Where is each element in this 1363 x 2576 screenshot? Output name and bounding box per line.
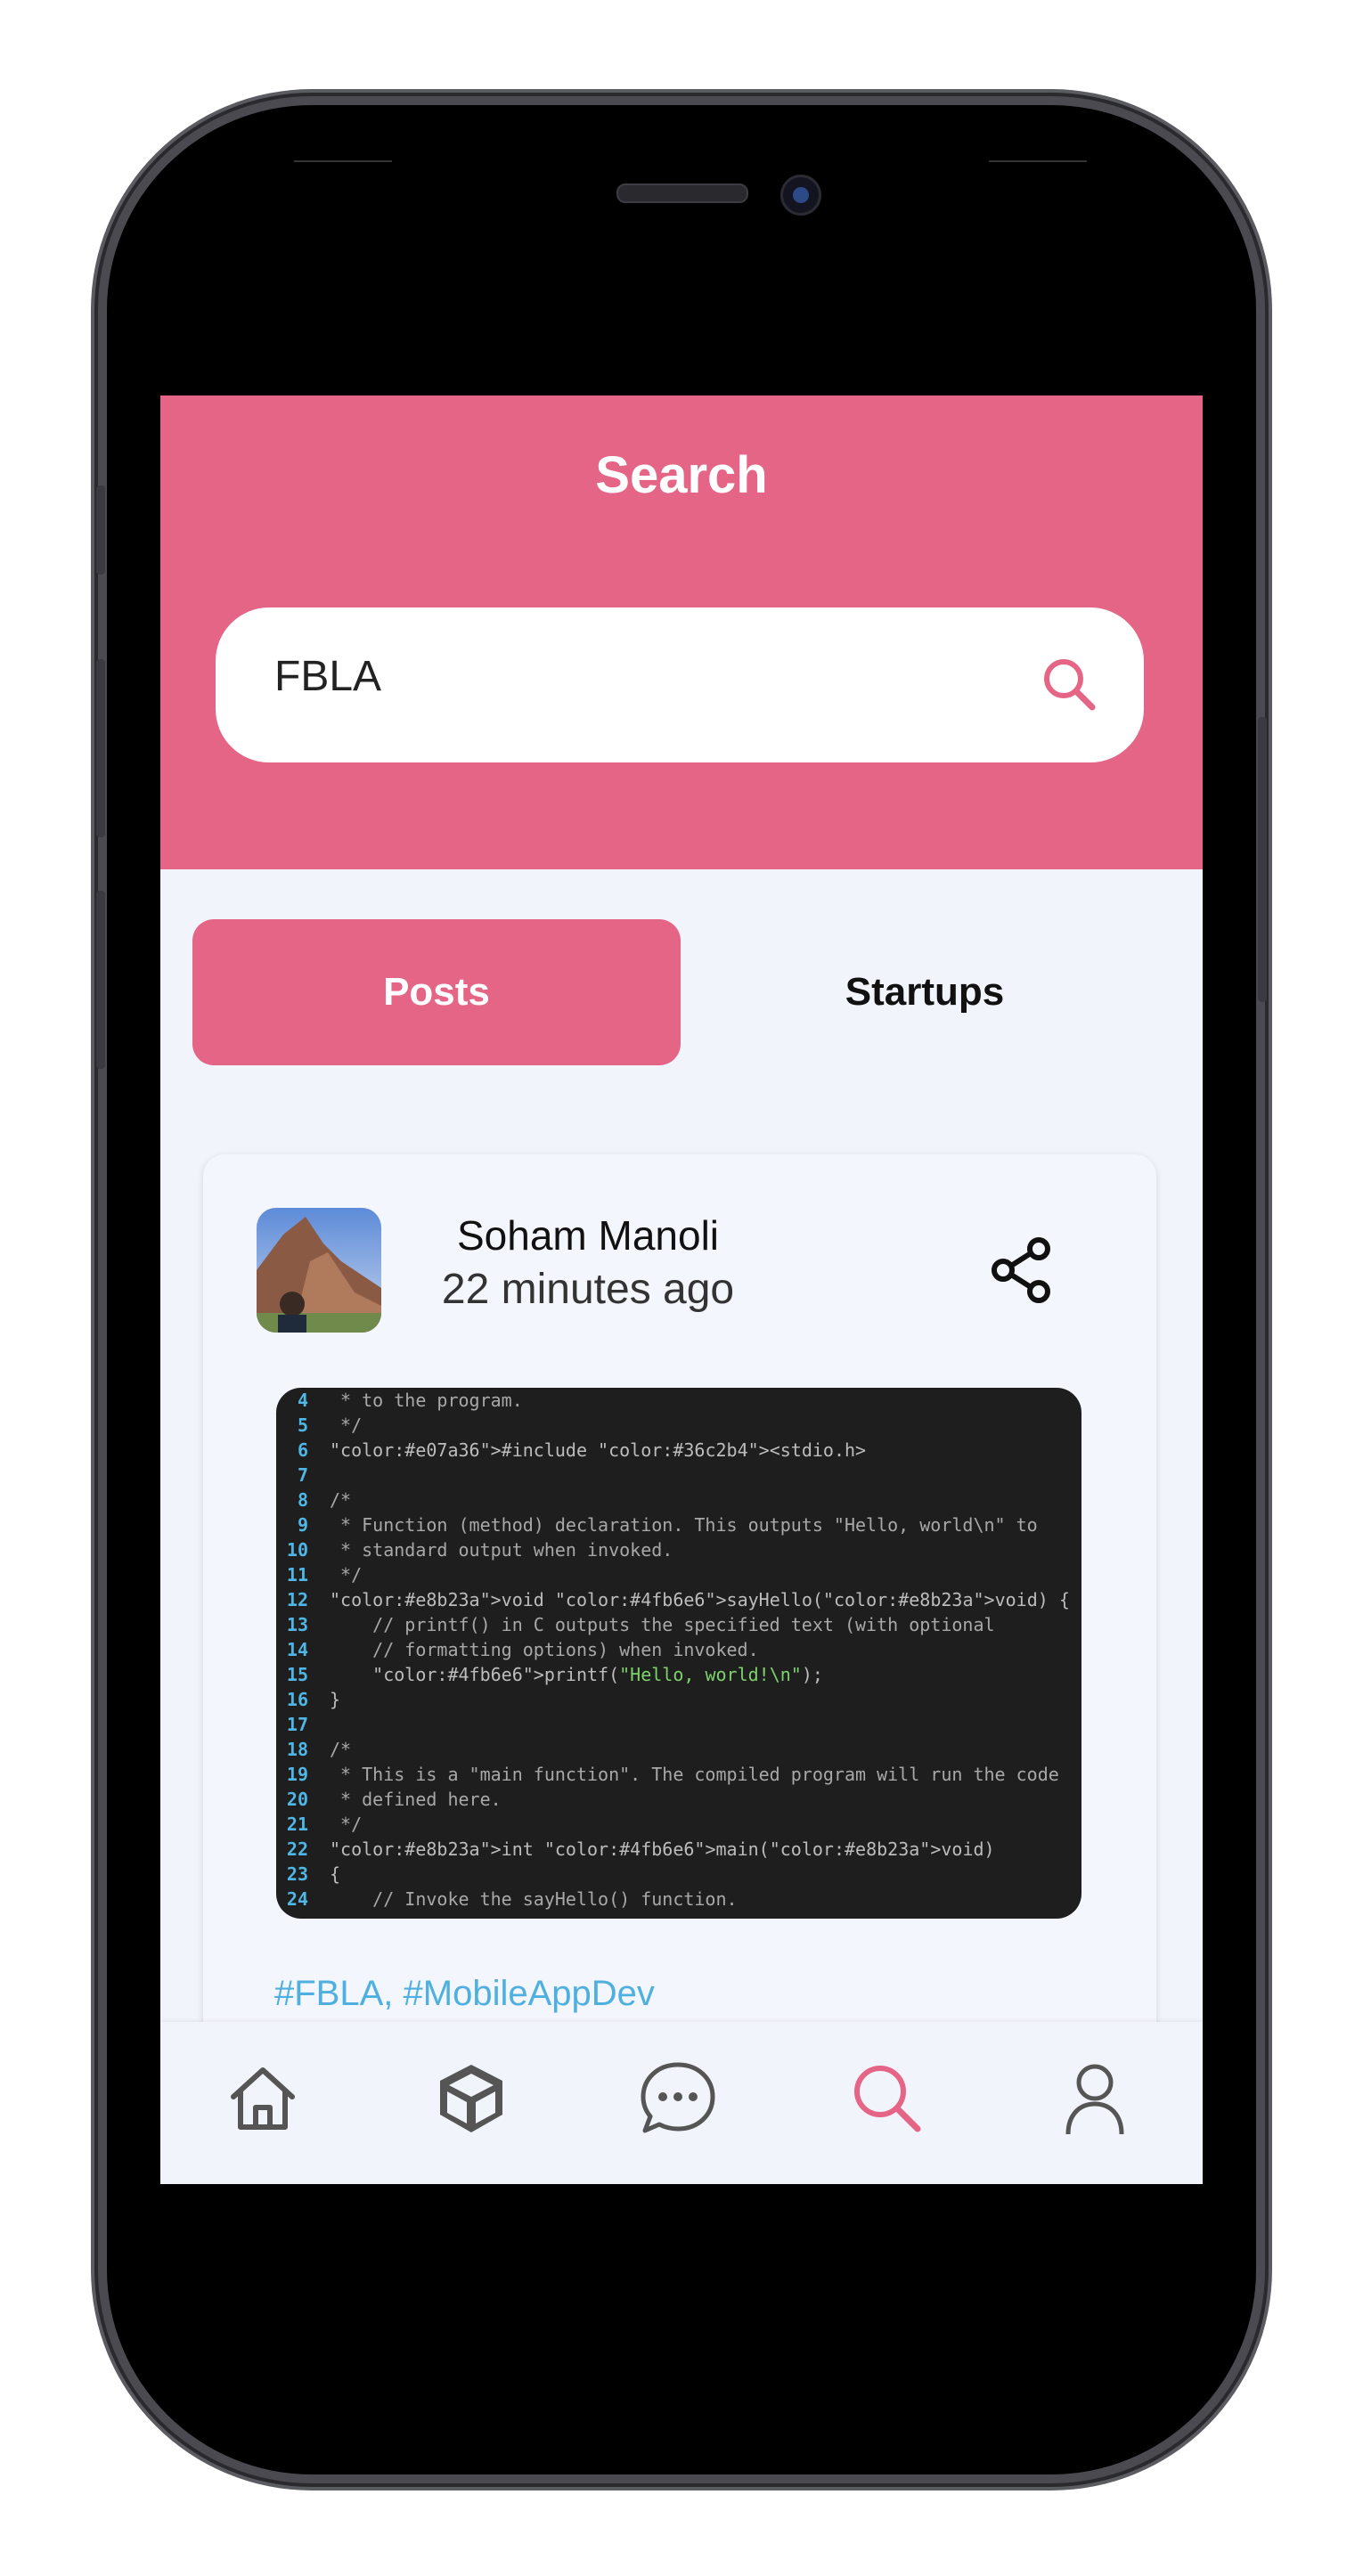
code-line: 10 * standard output when invoked. [276,1539,673,1564]
search-input-value[interactable]: FBLA [274,652,381,701]
code-line: 15 "color:#4fb6e6">printf("Hello, world!… [276,1664,823,1689]
code-line-text: * defined here. [330,1789,502,1810]
search-icon[interactable] [846,2058,926,2138]
code-line-number: 13 [286,1614,308,1635]
code-line-text: * This is a "main function". The compile… [330,1764,1059,1785]
code-line-text: // printf() in C outputs the specified t… [330,1614,995,1635]
code-line-number: 5 [297,1414,308,1436]
code-line: 7 [276,1464,330,1489]
code-line: 5 */ [276,1414,362,1439]
code-line-text: * standard output when invoked. [330,1539,673,1561]
code-line-text: /* [330,1739,352,1760]
app-screen: Search FBLA Posts Startups Soham Manoli … [160,395,1203,2184]
code-line: 6 "color:#e07a36">#include "color:#36c2b4… [276,1439,866,1464]
code-line-number: 9 [297,1514,308,1536]
page-title: Search [595,446,768,504]
front-camera [780,175,821,216]
tab-startups[interactable]: Startups [681,919,1169,1065]
code-line-text: * Function (method) declaration. This ou… [330,1514,1038,1536]
search-icon[interactable] [1037,652,1105,720]
code-line-number: 17 [286,1714,308,1735]
code-line-text: */ [330,1564,363,1586]
cube-icon[interactable] [431,2058,511,2138]
code-line-text: "color:#e8b23a">int "color:#4fb6e6">main… [330,1838,995,1860]
code-line: 18 /* [276,1739,351,1764]
earpiece-speaker [616,183,748,203]
share-icon[interactable] [987,1235,1058,1306]
code-line-number: 15 [286,1664,308,1685]
code-line: 22 "color:#e8b23a">int "color:#4fb6e6">ma… [276,1838,995,1863]
avatar[interactable] [257,1208,381,1333]
post-hashtags[interactable]: #FBLA, #MobileAppDev [274,1974,655,2014]
code-line: 11 */ [276,1564,362,1589]
code-line-text: */ [330,1414,363,1436]
code-line-number: 24 [286,1888,308,1910]
home-icon[interactable] [223,2058,303,2138]
tab-posts[interactable]: Posts [192,919,681,1065]
code-line-number: 7 [297,1464,308,1486]
code-line: 20 * defined here. [276,1789,502,1814]
result-tabs: Posts Startups [192,919,1172,1065]
code-line: 24 // Invoke the sayHello() function. [276,1888,738,1913]
code-line-number: 12 [286,1589,308,1610]
code-line: 8 /* [276,1489,351,1514]
code-line-number: 11 [286,1564,308,1586]
code-line-text: // Invoke the sayHello() function. [330,1888,738,1910]
volume-up-button [96,659,105,837]
code-line-number: 21 [286,1814,308,1835]
antenna-line [989,160,1087,162]
avatar-photo [257,1208,381,1333]
code-line: 12 "color:#e8b23a">void "color:#4fb6e6">s… [276,1589,1070,1614]
code-line: 9 * Function (method) declaration. This … [276,1514,1038,1539]
code-line-number: 20 [286,1789,308,1810]
code-line: 21 */ [276,1814,362,1838]
code-line-text: */ [330,1814,363,1835]
code-line: 16} [276,1689,340,1714]
code-line-number: 10 [286,1539,308,1561]
search-input[interactable]: FBLA [216,607,1144,762]
code-line-text: "color:#4fb6e6">printf("Hello, world!\n"… [372,1664,823,1685]
code-line-text: * to the program. [330,1390,523,1411]
code-line: 4 * to the program. [276,1390,523,1414]
chat-icon[interactable] [638,2058,718,2138]
post-image[interactable]: 4 * to the program. 5 */6 "color:#e07a36">… [276,1388,1081,1919]
code-line-text: "color:#e8b23a">void "color:#4fb6e6">say… [330,1589,1070,1610]
volume-down-button [96,891,105,1069]
code-line-number: 16 [286,1689,308,1710]
code-line-number: 4 [297,1390,308,1411]
power-button [1258,717,1267,1002]
code-line-text: } [330,1689,341,1710]
search-header: Search FBLA [160,395,1203,869]
code-line-number: 14 [286,1639,308,1660]
code-line-number: 18 [286,1739,308,1760]
code-line: 13 // printf() in C outputs the specifie… [276,1614,995,1639]
code-line-number: 22 [286,1838,308,1860]
code-line-number: 23 [286,1863,308,1885]
code-line: 23 { [276,1863,340,1888]
mute-switch [96,485,105,575]
profile-icon[interactable] [1055,2058,1135,2138]
code-line-number: 8 [297,1489,308,1511]
code-line: 17 [276,1714,330,1739]
code-line-text: /* [330,1489,352,1511]
code-line-text: // formatting options) when invoked. [330,1639,759,1660]
antenna-line [294,160,392,162]
code-line-number: 19 [286,1764,308,1785]
code-line: 19 * This is a "main function". The comp… [276,1764,1059,1789]
code-line-text: "color:#e07a36">#include "color:#36c2b4"… [330,1439,867,1461]
author-name[interactable]: Soham Manoli [410,1211,766,1259]
code-line: 14 // formatting options) when invoked. [276,1639,759,1664]
code-line-number: 6 [297,1439,308,1461]
post-timestamp: 22 minutes ago [441,1266,735,1313]
code-line-text: { [330,1863,341,1885]
bottom-nav [160,2022,1203,2184]
